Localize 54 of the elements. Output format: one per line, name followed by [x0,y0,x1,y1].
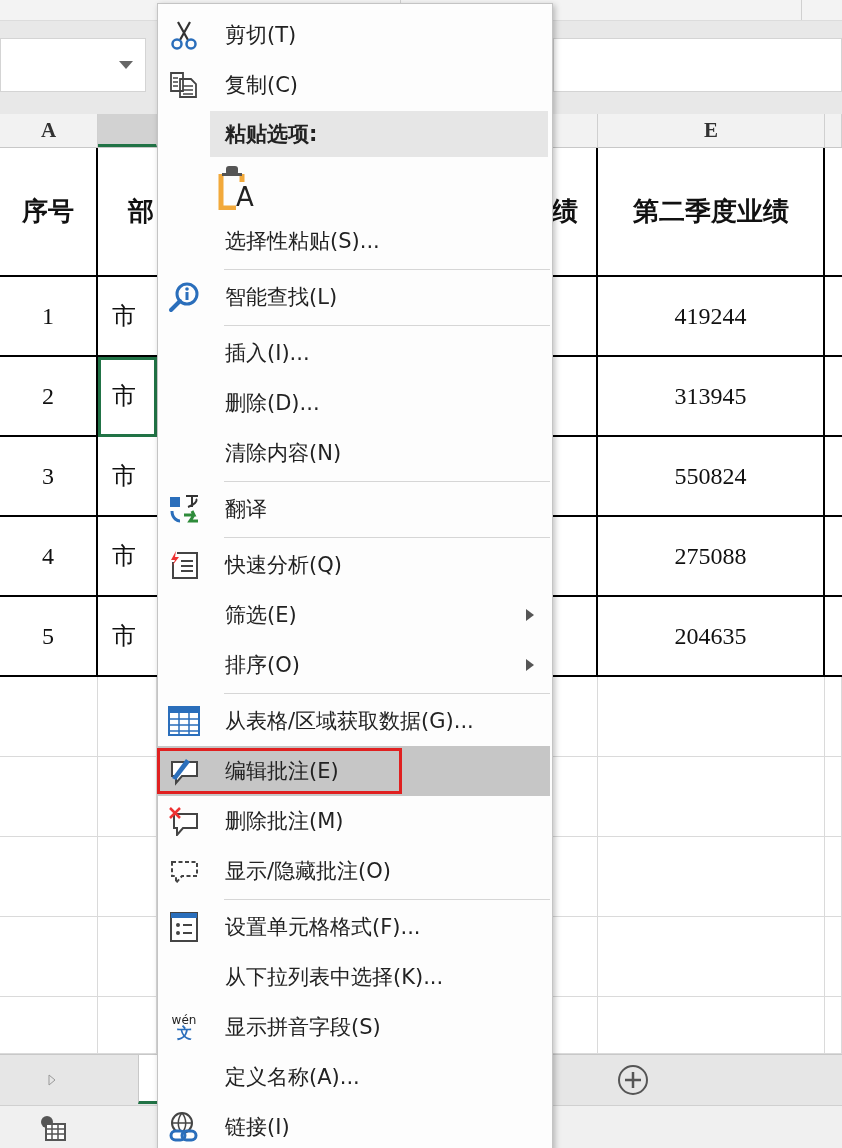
column-title: 第二季度业绩 [598,148,825,277]
table-cell: 5 [0,597,98,677]
menu-item[interactable]: 筛选(E) [158,590,550,640]
menu-item[interactable]: 从下拉列表中选择(K)... [158,952,550,1002]
link-icon [168,1111,200,1143]
table-icon [168,706,200,736]
comment-delete-icon [168,806,200,836]
dropdown-icon [119,61,133,69]
menu-item[interactable]: 选择性粘贴(S)... [158,216,550,266]
column-title: 序号 [0,148,98,277]
sheet-view-icon[interactable] [40,1114,66,1141]
menu-item[interactable]: wén 文 显示拼音字段(S) [158,1002,550,1052]
copy-icon [169,71,199,99]
menu-item[interactable]: 排序(O) [158,640,550,690]
table-cell: 1 [0,277,98,357]
column-header[interactable]: E [598,114,825,147]
format-cells-icon [169,911,199,943]
menu-item[interactable]: 快速分析(Q) [158,540,550,590]
table-cell: 550824 [598,437,825,517]
menu-item[interactable]: 链接(I) [158,1102,550,1148]
table-cell: 313945 [598,357,825,437]
table-cell: 市 [98,357,157,437]
section-label: 粘贴选项: [210,111,548,157]
search-icon [168,281,200,313]
menu-item[interactable]: 删除批注(M) [158,796,550,846]
translate-icon [168,493,200,525]
menu-item[interactable]: 设置单元格格式(F)... [158,902,550,952]
menu-item[interactable]: 编辑批注(E) [158,746,550,796]
formula-bar[interactable] [553,38,842,92]
pinyin-icon: wén 文 [171,1013,197,1041]
paste-text-button[interactable]: A [218,162,264,212]
scroll-right-icon[interactable] [48,1074,56,1086]
table-cell: 275088 [598,517,825,597]
menu-item[interactable]: 显示/隐藏批注(O) [158,846,550,896]
sheet-tab[interactable] [138,1055,158,1104]
name-box[interactable] [0,38,146,92]
table-cell: 2 [0,357,98,437]
add-sheet-icon[interactable] [617,1064,649,1096]
table-cell: 419244 [598,277,825,357]
quick-analysis-icon [169,550,199,580]
menu-item[interactable]: 智能查找(L) [158,272,550,322]
table-cell: 3 [0,437,98,517]
menu-item[interactable]: 删除(D)... [158,378,550,428]
scissors-icon [169,20,199,50]
menu-item[interactable]: 清除内容(N) [158,428,550,478]
menu-item[interactable]: 从表格/区域获取数据(G)... [158,696,550,746]
table-cell: 204635 [598,597,825,677]
menu-item[interactable]: 剪切(T) [158,10,550,60]
table-cell: 4 [0,517,98,597]
column-header[interactable] [98,114,157,147]
menu-item[interactable]: 复制(C) [158,60,550,110]
menu-item[interactable]: 翻译 [158,484,550,534]
comment-edit-icon [168,756,200,786]
menu-item[interactable]: 插入(I)... [158,328,550,378]
